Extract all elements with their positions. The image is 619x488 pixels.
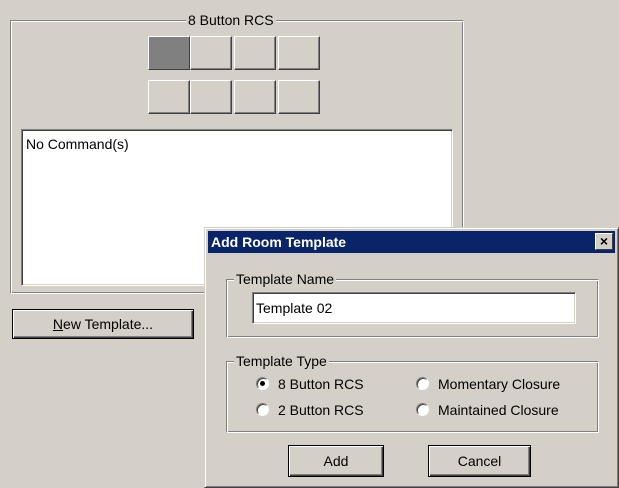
template-name-label: Template Name bbox=[234, 271, 337, 287]
dialog-titlebar[interactable]: Add Room Template × bbox=[208, 231, 615, 253]
rcs-button-7[interactable] bbox=[234, 80, 276, 114]
radio-circle[interactable] bbox=[256, 377, 269, 390]
radio-circle[interactable] bbox=[256, 403, 269, 416]
list-item[interactable]: No Command(s) bbox=[26, 136, 129, 152]
new-template-button[interactable]: New Template... bbox=[12, 309, 194, 339]
add-button[interactable]: Add bbox=[288, 445, 384, 477]
template-type-group: Template Type bbox=[226, 353, 599, 433]
rcs-button-8[interactable] bbox=[278, 80, 320, 114]
rcs-button-5[interactable] bbox=[148, 80, 190, 114]
radio-circle[interactable] bbox=[416, 377, 429, 390]
rcs-button-6[interactable] bbox=[190, 80, 232, 114]
cancel-button[interactable]: Cancel bbox=[428, 445, 531, 477]
rcs-button-2[interactable] bbox=[190, 36, 232, 70]
add-room-template-dialog: Add Room Template × Template Name Templa… bbox=[204, 227, 619, 488]
rcs-button-4[interactable] bbox=[278, 36, 320, 70]
rcs-button-3[interactable] bbox=[234, 36, 276, 70]
rcs-button-1[interactable] bbox=[148, 36, 190, 70]
new-template-accel: N bbox=[52, 316, 64, 332]
close-icon[interactable]: × bbox=[595, 233, 613, 250]
template-name-input[interactable] bbox=[252, 292, 576, 324]
dialog-title: Add Room Template bbox=[211, 234, 347, 250]
template-type-label: Template Type bbox=[234, 353, 329, 369]
radio-circle[interactable] bbox=[416, 403, 429, 416]
group-title: 8 Button RCS bbox=[186, 12, 276, 28]
new-template-label: ew Template... bbox=[63, 316, 154, 332]
